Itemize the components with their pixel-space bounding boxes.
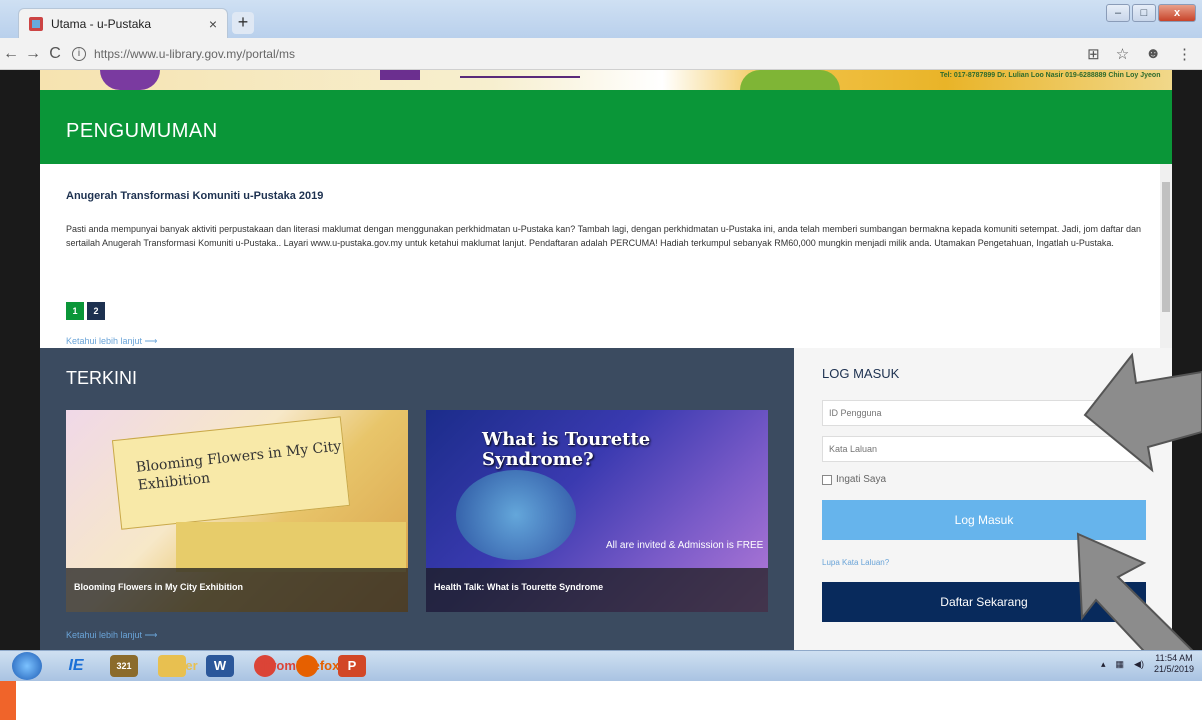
tab-close-icon[interactable]: × bbox=[209, 16, 217, 32]
translate-icon[interactable]: ⊞ bbox=[1087, 45, 1100, 63]
health-talk-head-image bbox=[456, 470, 576, 560]
system-tray: ▴ ▦ ◀) 11:54 AM 21/5/2019 bbox=[1101, 653, 1194, 675]
top-banner-image: Tel: 017-8787899 Dr. Lulian Loo Nasir 01… bbox=[40, 70, 1172, 90]
announcement-panel: Anugerah Transformasi Komuniti u-Pustaka… bbox=[40, 164, 1172, 348]
browser-tab-bar: Utama - u-Pustaka × + – □ x bbox=[0, 0, 1202, 38]
announcement-heading: PENGUMUMAN bbox=[66, 120, 218, 142]
os-taskbar: IE 321 Folder W Chrome Firefox P ▴ ▦ ◀) … bbox=[0, 650, 1202, 681]
folder-icon[interactable]: Folder bbox=[158, 655, 198, 677]
announcement-more-link[interactable]: Ketahui lebih lanjut ⟶ bbox=[66, 336, 157, 347]
tray-arrow-icon[interactable]: ▴ bbox=[1101, 659, 1106, 670]
web-page: Tel: 017-8787899 Dr. Lulian Loo Nasir 01… bbox=[0, 70, 1202, 720]
bookmark-star-icon[interactable]: ☆ bbox=[1116, 45, 1129, 63]
login-heading: LOG MASUK bbox=[822, 366, 900, 381]
latest-section: TERKINI Blooming Flowers in My City Exhi… bbox=[40, 348, 794, 650]
page-button-1[interactable]: 1 bbox=[66, 302, 84, 320]
reload-icon[interactable]: C bbox=[44, 45, 66, 63]
word-icon[interactable]: W bbox=[206, 655, 234, 677]
login-button[interactable]: Log Masuk bbox=[822, 500, 1146, 540]
card-caption: Blooming Flowers in My City Exhibition bbox=[74, 582, 244, 592]
latest-more-link[interactable]: Ketahui lebih lanjut ⟶ bbox=[66, 630, 157, 641]
forgot-password-link[interactable]: Lupa Kata Laluan? bbox=[822, 558, 889, 567]
network-icon[interactable]: ▦ bbox=[1116, 659, 1125, 670]
page-button-2[interactable]: 2 bbox=[87, 302, 105, 320]
url-field[interactable]: i https://www.u-library.gov.my/portal/ms bbox=[72, 46, 1077, 61]
clock-time: 11:54 AM bbox=[1155, 653, 1193, 663]
close-window-button[interactable]: x bbox=[1158, 4, 1196, 22]
latest-heading: TERKINI bbox=[66, 368, 138, 388]
card-caption-bar: Blooming Flowers in My City Exhibition bbox=[66, 568, 408, 612]
news-card-exhibition[interactable]: Blooming Flowers in My City Exhibition B… bbox=[66, 410, 408, 612]
forward-arrow-icon[interactable]: → bbox=[22, 45, 44, 63]
login-panel: LOG MASUK Ingati Saya Log Masuk Lupa Kat… bbox=[794, 348, 1172, 650]
password-input[interactable] bbox=[822, 436, 1146, 462]
chrome-icon[interactable]: Chrome bbox=[254, 655, 303, 677]
volume-icon[interactable]: ◀) bbox=[1134, 659, 1144, 670]
remember-label: Ingati Saya bbox=[836, 474, 887, 485]
menu-dots-icon[interactable]: ⋮ bbox=[1177, 45, 1192, 63]
back-arrow-icon[interactable]: ← bbox=[0, 45, 22, 63]
powerpoint-icon[interactable]: P bbox=[338, 655, 366, 677]
browser-tab[interactable]: Utama - u-Pustaka × bbox=[18, 8, 228, 38]
toolbar-icons: ⊞ ☆ ☻ ⋮ bbox=[1087, 45, 1192, 63]
remember-checkbox[interactable] bbox=[822, 474, 832, 485]
clock[interactable]: 11:54 AM 21/5/2019 bbox=[1154, 653, 1194, 675]
address-bar: ← → C i https://www.u-library.gov.my/por… bbox=[0, 38, 1202, 70]
tab-title: Utama - u-Pustaka bbox=[51, 16, 152, 31]
maximize-button[interactable]: □ bbox=[1132, 4, 1156, 22]
url-text: https://www.u-library.gov.my/portal/ms bbox=[94, 46, 295, 61]
new-tab-button[interactable]: + bbox=[232, 12, 254, 34]
register-button[interactable]: Daftar Sekarang bbox=[822, 582, 1146, 622]
site-favicon-icon bbox=[29, 16, 43, 31]
news-card-health-talk[interactable]: What is Tourette Syndrome? All are invit… bbox=[426, 410, 768, 612]
health-talk-poster-title: What is Tourette Syndrome? bbox=[482, 429, 651, 470]
banner-contact-text: Tel: 017-8787899 Dr. Lulian Loo Nasir 01… bbox=[940, 72, 1161, 79]
scrollbar-thumb[interactable] bbox=[1162, 182, 1170, 312]
exhibition-poster-image: Blooming Flowers in My City Exhibition bbox=[111, 416, 351, 530]
card-caption-bar: Health Talk: What is Tourette Syndrome bbox=[426, 568, 768, 612]
firefox-icon[interactable]: Firefox bbox=[296, 655, 339, 677]
username-input[interactable] bbox=[822, 400, 1146, 426]
announcement-title[interactable]: Anugerah Transformasi Komuniti u-Pustaka… bbox=[66, 190, 323, 202]
profile-icon[interactable]: ☻ bbox=[1145, 45, 1161, 63]
announcement-scrollbar[interactable] bbox=[1160, 164, 1172, 348]
window-controls: – □ x bbox=[1106, 4, 1196, 22]
site-info-icon[interactable]: i bbox=[72, 46, 86, 61]
internet-explorer-icon[interactable]: IE bbox=[62, 655, 90, 677]
remember-me[interactable]: Ingati Saya bbox=[822, 474, 886, 485]
clock-date: 21/5/2019 bbox=[1153, 664, 1194, 674]
announcement-pager: 1 2 bbox=[66, 302, 105, 320]
announcement-body: Pasti anda mempunyai banyak aktiviti per… bbox=[66, 224, 1141, 248]
minimize-button[interactable]: – bbox=[1106, 4, 1130, 22]
media-player-icon[interactable]: 321 bbox=[110, 655, 138, 677]
health-talk-admission: All are invited & Admission is FREE bbox=[606, 540, 764, 551]
start-button-icon[interactable] bbox=[12, 652, 42, 680]
announcement-header: PENGUMUMAN bbox=[40, 90, 1172, 164]
card-caption: Health Talk: What is Tourette Syndrome bbox=[434, 582, 604, 592]
